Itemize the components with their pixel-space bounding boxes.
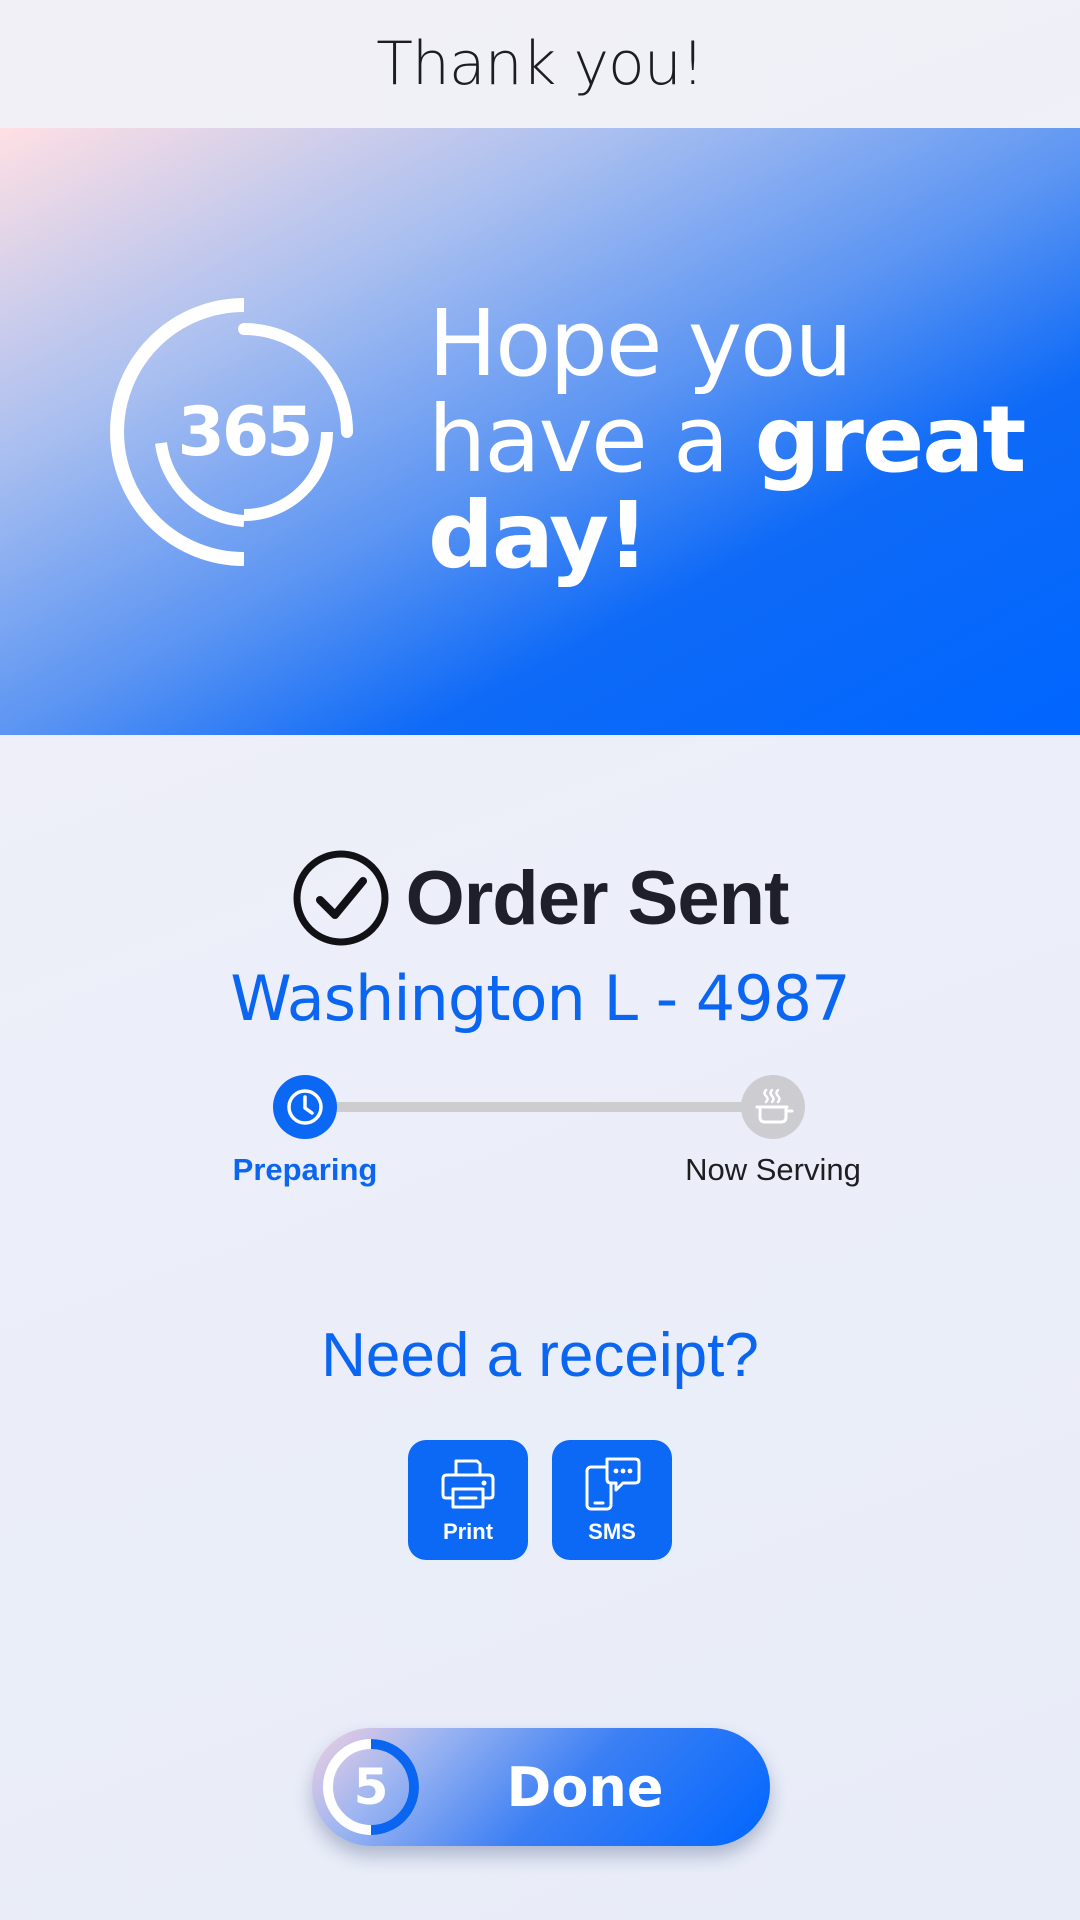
hero-message-line1: Hope you xyxy=(428,290,853,397)
customer-order-label: Washington L - 4987 xyxy=(230,962,850,1035)
brand-logo: 365 xyxy=(107,295,381,569)
printer-icon xyxy=(441,1459,495,1509)
clock-icon xyxy=(287,1089,323,1125)
order-status: Order Sent xyxy=(0,848,1080,948)
hero-message-line2-bold: great xyxy=(754,386,1027,493)
hero-message: Hope you have a great day! xyxy=(428,296,1048,584)
page-title: Thank you! xyxy=(376,29,705,99)
phone-message-icon xyxy=(585,1457,641,1511)
check-circle-icon xyxy=(293,850,389,946)
countdown-number: 5 xyxy=(353,1758,389,1816)
hero-message-line3: day! xyxy=(428,482,649,589)
hero-banner: 365 Hope you have a great day! xyxy=(0,128,1080,735)
print-receipt-button[interactable]: Print xyxy=(408,1440,528,1560)
done-button[interactable]: 5 Done xyxy=(312,1728,770,1846)
receipt-options: Print SMS xyxy=(408,1440,672,1560)
header: Thank you! xyxy=(0,0,1080,128)
step-preparing xyxy=(273,1075,337,1139)
order-status-title: Order Sent xyxy=(405,855,790,941)
order-progress: Preparing Now Serving xyxy=(0,1074,1080,1194)
step-label-preparing: Preparing xyxy=(232,1152,378,1187)
step-label-now-serving: Now Serving xyxy=(685,1152,861,1187)
receipt-prompt: Need a receipt? xyxy=(321,1321,759,1390)
done-button-label: Done xyxy=(506,1755,664,1819)
countdown-timer: 5 xyxy=(322,1738,420,1836)
progress-track xyxy=(304,1102,774,1112)
step-now-serving xyxy=(741,1075,805,1139)
hero-message-line2-light: have a xyxy=(428,386,755,493)
serving-pot-icon xyxy=(755,1088,794,1124)
sms-button-label: SMS xyxy=(588,1519,636,1544)
logo-text: 365 xyxy=(177,392,314,472)
sms-receipt-button[interactable]: SMS xyxy=(552,1440,672,1560)
print-button-label: Print xyxy=(442,1519,494,1544)
